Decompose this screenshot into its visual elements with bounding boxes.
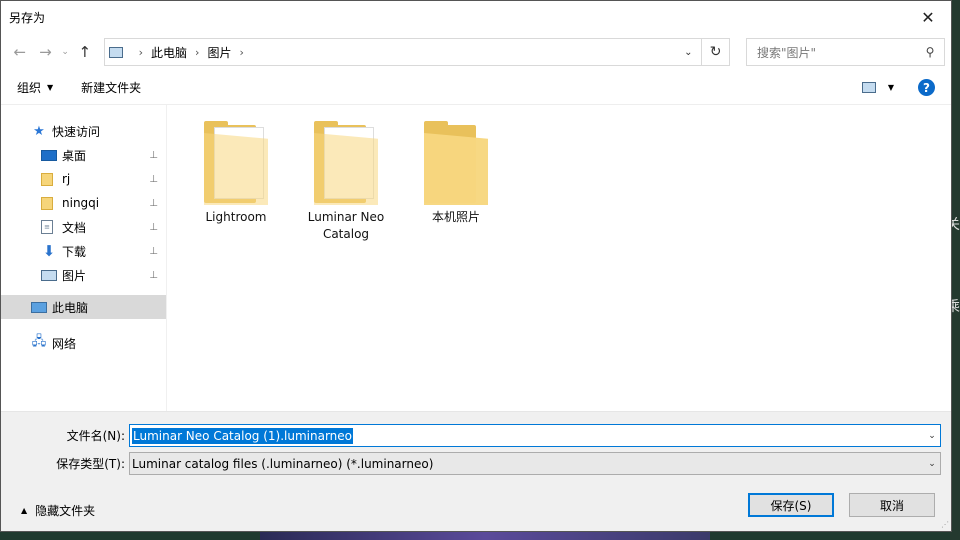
sidebar-item-label: ningqi	[62, 196, 100, 210]
breadcrumb-this-pc[interactable]: 此电脑	[151, 44, 187, 61]
pin-icon: ⊥	[149, 269, 158, 281]
pin-icon: ⊥	[149, 245, 158, 257]
sidebar-item-this-pc[interactable]: 此电脑	[1, 295, 166, 319]
breadcrumb-pictures[interactable]: 图片	[207, 44, 231, 61]
file-item-local-photos[interactable]: 本机照片	[401, 121, 511, 226]
save-button[interactable]: 保存(S)	[748, 493, 834, 517]
filetype-value: Luminar catalog files (.luminarneo) (*.l…	[132, 456, 434, 471]
organize-button[interactable]: 组织 ▼	[17, 79, 53, 96]
file-item-label: Lightroom	[205, 210, 267, 224]
folder-icon	[41, 172, 53, 186]
save-form: 文件名(N): Luminar Neo Catalog (1).luminarn…	[1, 411, 951, 531]
sidebar-item-label: 快速访问	[52, 124, 101, 139]
filename-label: 文件名(N):	[66, 429, 125, 443]
navigation-pane: ★ 快速访问 桌面 ⊥ rj ⊥ ningqi ⊥ ≡ 文档 ⊥ ⬇ 下载 ⊥ …	[1, 105, 167, 411]
filename-value[interactable]: Luminar Neo Catalog (1).luminarneo	[132, 427, 354, 444]
caret-down-icon: ▼	[47, 83, 54, 92]
hide-folders-toggle[interactable]: ▲ 隐藏文件夹	[21, 502, 95, 519]
new-folder-button[interactable]: 新建文件夹	[81, 79, 141, 96]
sidebar-item-downloads[interactable]: ⬇ 下载 ⊥	[1, 239, 166, 263]
star-icon: ★	[33, 123, 45, 139]
sidebar-item-ningqi[interactable]: ningqi ⊥	[1, 191, 166, 215]
pin-icon: ⊥	[149, 173, 158, 185]
breadcrumb-separator[interactable]: ›	[139, 46, 143, 59]
sidebar-item-rj[interactable]: rj ⊥	[1, 167, 166, 191]
up-button[interactable]: ↑	[72, 39, 98, 65]
filetype-row: 保存类型(T): Luminar catalog files (.luminar…	[1, 452, 941, 475]
command-toolbar: 组织 ▼ 新建文件夹 ▼ ?	[1, 71, 951, 105]
computer-icon	[31, 301, 47, 313]
address-bar[interactable]: › 此电脑 › 图片 › ⌄	[103, 38, 703, 66]
filetype-label: 保存类型(T):	[56, 457, 125, 471]
back-button[interactable]: ←	[7, 39, 33, 65]
hide-folders-label: 隐藏文件夹	[35, 504, 96, 518]
chevron-down-icon[interactable]: ⌄	[924, 431, 940, 441]
network-icon: 🖧	[31, 334, 47, 349]
sidebar-item-quick-access[interactable]: ★ 快速访问	[1, 119, 166, 143]
folder-icon	[314, 121, 378, 205]
document-icon: ≡	[41, 220, 53, 234]
resize-grip-icon[interactable]: ⋰	[941, 520, 949, 529]
folder-icon	[204, 121, 268, 205]
pin-icon: ⊥	[149, 197, 158, 209]
file-item-label: 本机照片	[431, 210, 480, 224]
sidebar-item-label: 文档	[62, 220, 87, 235]
breadcrumb-separator[interactable]: ›	[195, 46, 199, 59]
sidebar-item-label: 图片	[62, 268, 87, 283]
sidebar-item-label: 网络	[52, 336, 77, 351]
filename-row: 文件名(N): Luminar Neo Catalog (1).luminarn…	[1, 424, 941, 447]
file-item-label: Luminar Neo Catalog	[307, 210, 385, 241]
title-bar: 另存为 ✕	[1, 1, 951, 33]
search-placeholder: 搜索"图片"	[756, 45, 816, 60]
view-options-dropdown[interactable]: ▼	[888, 83, 894, 92]
desktop-icon	[41, 149, 57, 161]
download-icon: ⬇	[42, 242, 56, 260]
browser-body: ★ 快速访问 桌面 ⊥ rj ⊥ ningqi ⊥ ≡ 文档 ⊥ ⬇ 下载 ⊥ …	[1, 105, 951, 411]
sidebar-item-documents[interactable]: ≡ 文档 ⊥	[1, 215, 166, 239]
file-item-luminar-neo-catalog[interactable]: Luminar Neo Catalog	[291, 121, 401, 243]
help-icon[interactable]: ?	[918, 79, 935, 96]
sidebar-item-label: 桌面	[62, 148, 87, 163]
folder-icon	[41, 196, 53, 210]
navigation-bar: ← → ⌄ ↑ › 此电脑 › 图片 › ⌄ ↻ 搜索"图片" ⚲	[1, 33, 951, 71]
address-dropdown-icon[interactable]: ⌄	[675, 39, 701, 65]
pin-icon: ⊥	[149, 149, 158, 161]
filename-field[interactable]: Luminar Neo Catalog (1).luminarneo ⌄	[129, 424, 941, 447]
window-title: 另存为	[9, 10, 46, 25]
save-as-dialog: 另存为 ✕ ← → ⌄ ↑ › 此电脑 › 图片 › ⌄ ↻ 搜索"图片" ⚲ …	[0, 0, 952, 532]
sidebar-item-label: 此电脑	[52, 300, 89, 315]
organize-label: 组织	[17, 81, 42, 95]
search-icon[interactable]: ⚲	[916, 45, 944, 59]
sidebar-item-desktop[interactable]: 桌面 ⊥	[1, 143, 166, 167]
view-icon[interactable]	[861, 82, 876, 93]
chevron-down-icon[interactable]: ⌄	[924, 459, 940, 469]
sidebar-item-pictures[interactable]: 图片 ⊥	[1, 263, 166, 287]
file-list: Lightroom Luminar Neo Catalog 本机照片	[167, 105, 951, 411]
pin-icon: ⊥	[149, 221, 158, 233]
this-pc-icon	[108, 46, 123, 58]
sidebar-item-label: rj	[62, 172, 71, 186]
recent-locations-dropdown[interactable]: ⌄	[58, 39, 72, 65]
caret-up-icon: ▲	[21, 506, 28, 515]
cancel-button[interactable]: 取消	[849, 493, 935, 517]
filetype-select[interactable]: Luminar catalog files (.luminarneo) (*.l…	[129, 452, 941, 475]
close-icon[interactable]: ✕	[905, 1, 951, 33]
forward-button[interactable]: →	[33, 39, 59, 65]
sidebar-item-label: 下载	[62, 244, 87, 259]
file-item-lightroom[interactable]: Lightroom	[181, 121, 291, 226]
search-input[interactable]: 搜索"图片" ⚲	[745, 38, 946, 66]
pictures-icon	[41, 269, 57, 281]
breadcrumb-separator[interactable]: ›	[239, 46, 243, 59]
refresh-button[interactable]: ↻	[702, 38, 730, 66]
sidebar-item-network[interactable]: 🖧 网络	[1, 331, 166, 355]
folder-icon	[424, 121, 488, 205]
